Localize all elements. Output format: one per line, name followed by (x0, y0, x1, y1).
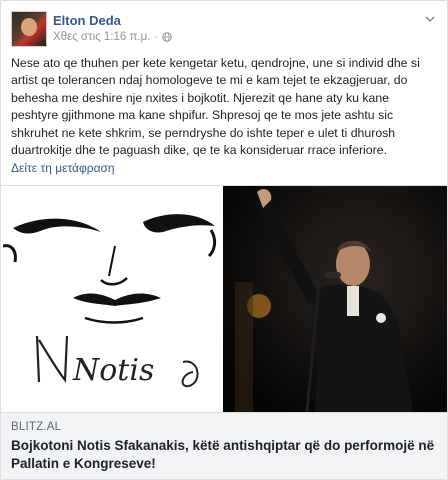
author-name[interactable]: Elton Deda (53, 13, 121, 28)
singer-on-stage-photo (223, 186, 447, 412)
globe-icon[interactable] (162, 32, 173, 42)
signature-text: Notis (72, 353, 154, 388)
post-meta: Χθες στις 1:16 π.μ. · (53, 31, 173, 43)
avatar[interactable] (11, 11, 47, 47)
link-domain: BLITZ.AL (11, 421, 62, 433)
see-translation-link[interactable]: Δείτε τη μετάφραση (11, 161, 115, 175)
link-title[interactable]: Bojkotoni Notis Sfakanakis, këtë antishq… (11, 437, 437, 473)
post-card: Elton Deda Χθες στις 1:16 π.μ. · Nese at… (0, 0, 448, 480)
post-header: Elton Deda Χθες στις 1:16 π.μ. · (11, 11, 437, 51)
meta-separator: · (154, 31, 159, 43)
face-sketch-signature-image: Notis (2, 186, 221, 412)
post-text: Nese ato qe thuhen per kete kengetar ket… (11, 56, 420, 158)
link-preview-info[interactable]: BLITZ.AL Bojkotoni Notis Sfakanakis, kët… (1, 412, 447, 479)
avatar-face (21, 18, 37, 36)
timestamp[interactable]: Χθες στις 1:16 π.μ. (53, 31, 150, 43)
chevron-down-icon[interactable] (423, 13, 437, 27)
link-preview-image[interactable]: Notis (1, 185, 447, 412)
